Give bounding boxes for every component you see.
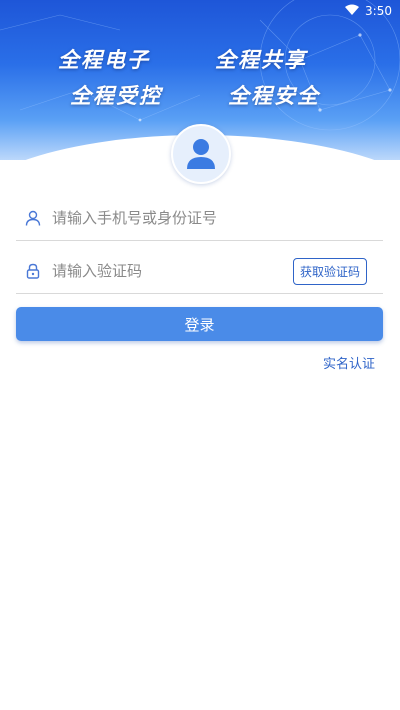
wifi-icon (345, 4, 360, 18)
phone-field (16, 196, 383, 241)
avatar (171, 124, 231, 184)
realname-auth-link[interactable]: 实名认证 (323, 353, 375, 372)
status-time: 3:50 (365, 4, 392, 18)
status-bar: 3:50 (345, 0, 392, 22)
slogan-3: 全程受控 (70, 84, 162, 108)
code-field: 获取验证码 (16, 249, 383, 294)
avatar-icon (187, 139, 215, 169)
get-code-button[interactable]: 获取验证码 (292, 257, 367, 285)
login-button[interactable]: 登录 (16, 307, 383, 341)
user-icon (24, 209, 42, 227)
code-input[interactable] (50, 255, 293, 287)
lock-icon (24, 262, 42, 280)
slogan-2: 全程共享 (215, 48, 307, 72)
slogan-4: 全程安全 (228, 84, 320, 108)
phone-input[interactable] (50, 202, 383, 234)
slogan-1: 全程电子 (58, 48, 150, 72)
